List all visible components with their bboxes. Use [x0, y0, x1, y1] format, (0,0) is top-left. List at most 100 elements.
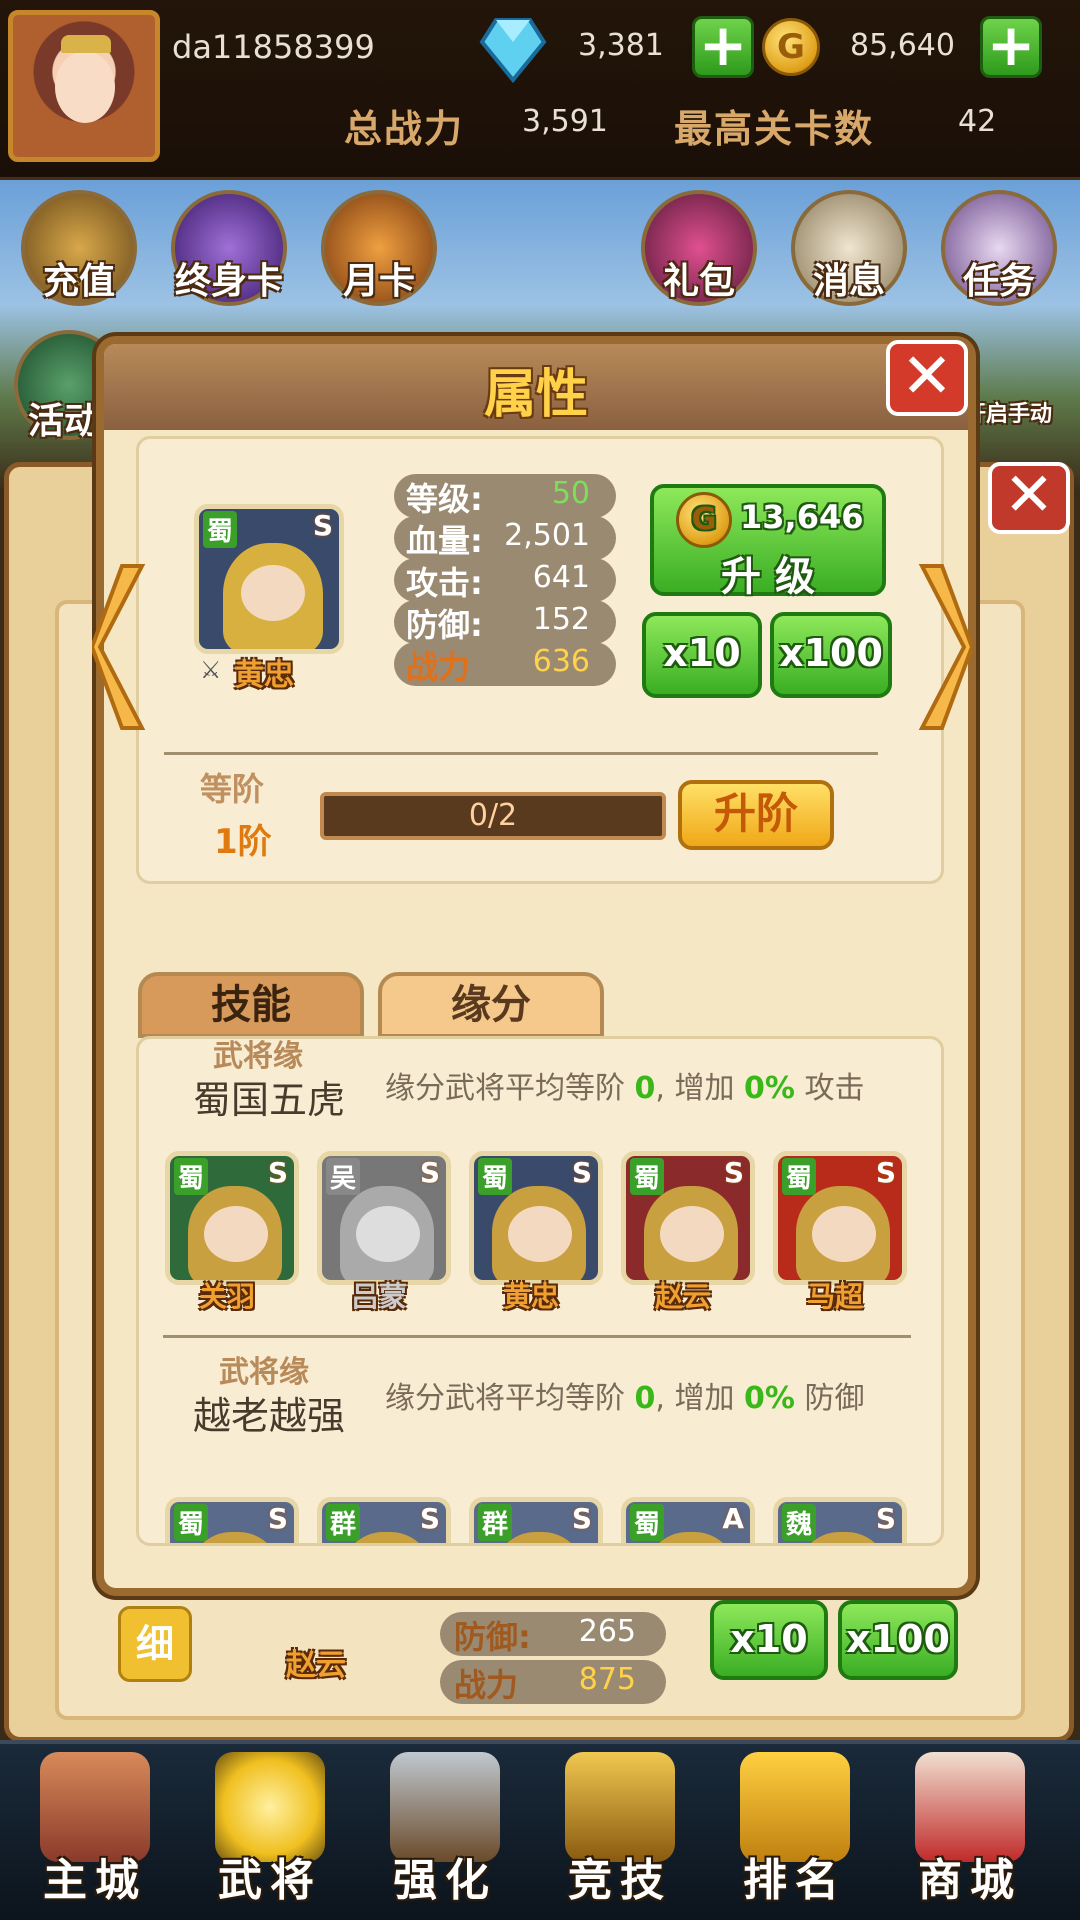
bottom-navigation: 主城 武将 强化 竞技 排名 商城 [0, 1740, 1080, 1920]
kingdom-badge: 蜀 [630, 1158, 665, 1195]
stat-value: 152 [532, 602, 590, 637]
close-icon[interactable]: ✕ [886, 340, 968, 416]
stat-value: 50 [551, 476, 590, 511]
gold-coin-icon: G [762, 18, 820, 76]
stat-pill: 等级: 50 [394, 474, 616, 518]
bond-hero-card[interactable]: 蜀S [773, 1151, 907, 1285]
bond-name: 越老越强 [193, 1394, 346, 1438]
kingdom-badge: 蜀 [174, 1158, 209, 1195]
level-up-cost: 13,646 [740, 498, 864, 536]
add-gold-button[interactable]: + [980, 16, 1042, 78]
menu-lifetime-card[interactable]: 终身卡 [164, 190, 294, 306]
grade-badge: S [267, 1502, 288, 1535]
stat-pill: 攻击: 641 [394, 558, 616, 602]
rank-value: 1阶 [214, 822, 272, 862]
add-gems-button[interactable]: + [692, 16, 754, 78]
player-avatar[interactable] [8, 10, 160, 162]
stat-label: 血量: [406, 522, 483, 560]
bond-hero-card[interactable]: 魏S [773, 1497, 907, 1543]
bond-hero-card[interactable]: 蜀S [469, 1151, 603, 1285]
grade-badge: S [571, 1502, 592, 1535]
stat-label: 防御: [406, 606, 483, 644]
grade-badge: S [419, 1502, 440, 1535]
max-stage-value: 42 [958, 104, 997, 139]
nav-ranking[interactable]: 排名 [710, 1744, 880, 1914]
bond-description: 缘分武将平均等阶 0, 增加 0% 防御 [385, 1381, 865, 1416]
bg-x100-button[interactable]: x100 [838, 1600, 958, 1680]
hero-portrait: 蜀 S [194, 504, 344, 654]
tab-bonds[interactable]: 缘分 [378, 972, 604, 1038]
grade-badge: S [875, 1502, 896, 1535]
bond-hero-row: 蜀 S 关羽吴 S 吕蒙蜀 S 黄忠蜀 S 赵云蜀 S 马超 [165, 1151, 925, 1313]
hero-list-close-button[interactable]: ✕ [988, 462, 1070, 534]
bond-hero-card[interactable]: 蜀S [165, 1497, 299, 1543]
total-power-label: 总战力 [344, 107, 465, 151]
bond-hero-card[interactable]: 蜀S [165, 1151, 299, 1285]
next-hero-arrow-icon[interactable] [916, 562, 972, 732]
level-up-x100-button[interactable]: x100 [770, 612, 892, 698]
player-username: da11858399 [172, 28, 375, 66]
nav-shop[interactable]: 商城 [885, 1744, 1055, 1914]
total-power-value: 3,591 [522, 104, 608, 139]
kingdom-badge: 蜀 [174, 1504, 209, 1541]
gem-icon [479, 18, 547, 84]
divider [163, 1335, 911, 1338]
bg-defense-pill: 防御: 265 [440, 1612, 666, 1656]
kingdom-badge: 魏 [782, 1504, 817, 1541]
rank-progress-text: 0/2 [468, 798, 518, 833]
previous-hero-arrow-icon[interactable] [92, 562, 148, 732]
kingdom-badge: 蜀 [782, 1158, 817, 1195]
nav-heroes[interactable]: 武将 [185, 1744, 355, 1914]
bond-hero-name: 马超 [807, 1280, 864, 1313]
bond-hero-card[interactable]: 群S [469, 1497, 603, 1543]
bond-hero-name: 黄忠 [503, 1280, 560, 1313]
menu-messages[interactable]: 消息 [784, 190, 914, 306]
bond-hero-card[interactable]: 蜀A [621, 1497, 755, 1543]
menu-monthly-card[interactable]: 月卡 [314, 190, 444, 306]
bond-hero-row: 蜀S群S群S蜀A魏S [165, 1497, 925, 1543]
bond-hero-name: 吕蒙 [351, 1280, 408, 1313]
bow-icon: ⚔ [200, 656, 222, 684]
bond-hero-card[interactable]: 蜀S [621, 1151, 755, 1285]
detail-button[interactable]: 细 [118, 1606, 192, 1682]
menu-recharge[interactable]: 充值 [14, 190, 144, 306]
stat-value: 641 [532, 560, 590, 595]
modal-title: 属性 [483, 365, 588, 425]
menu-gift[interactable]: 礼包 [634, 190, 764, 306]
gold-coin-icon: G [676, 492, 732, 548]
nav-arena[interactable]: 竞技 [535, 1744, 705, 1914]
bond-hero-name: 赵云 [655, 1280, 712, 1313]
nav-main-city[interactable]: 主城 [10, 1744, 180, 1914]
menu-tasks[interactable]: 任务 [934, 190, 1064, 306]
tab-skills[interactable]: 技能 [138, 972, 364, 1038]
kingdom-badge: 吴 [326, 1158, 361, 1195]
hero-name: 黄忠 [234, 658, 294, 693]
stat-value: 2,501 [504, 518, 590, 553]
kingdom-badge: 群 [478, 1504, 513, 1541]
auto-mode-label[interactable]: 开启手动 [964, 396, 1052, 428]
stat-pill: 血量: 2,501 [394, 516, 616, 560]
grade-badge: S [419, 1156, 440, 1189]
bg-power-pill: 战力 875 [440, 1660, 666, 1704]
attributes-modal: 属性 ✕ 蜀 S ⚔ 黄忠 等级: 50 血量: 2,501 攻击: 641 防御: 152 战… [92, 336, 976, 1596]
rank-progress-bar: 0/2 [320, 792, 666, 840]
bond-list[interactable]: 武将缘 蜀国五虎 缘分武将平均等阶 0, 增加 0% 攻击 蜀 S 关羽吴 S 吕蒙蜀 S… [136, 1036, 944, 1546]
kingdom-badge: 群 [326, 1504, 361, 1541]
top-status-bar: da11858399 3,381 + G 85,640 + 总战力 3,591 … [0, 0, 1080, 180]
gold-count: 85,640 [850, 28, 955, 63]
bond-name: 蜀国五虎 [193, 1078, 346, 1122]
level-up-label: 升 级 [721, 554, 815, 600]
bg-x10-button[interactable]: x10 [710, 1600, 828, 1680]
grade-badge: S [267, 1156, 288, 1189]
level-up-x10-button[interactable]: x10 [642, 612, 762, 698]
stat-label: 等级: [406, 480, 483, 518]
bond-hero-card[interactable]: 吴S [317, 1151, 451, 1285]
top-menu-row: 充值 终身卡 月卡 礼包 消息 任务 [14, 190, 1074, 310]
kingdom-badge: 蜀 [630, 1504, 665, 1541]
bond-hero-card[interactable]: 群S [317, 1497, 451, 1543]
rank-label: 等阶 [200, 770, 265, 808]
rank-up-button[interactable]: 升阶 [678, 780, 834, 850]
level-up-button[interactable]: G 13,646 升 级 [650, 484, 886, 600]
nav-enhance[interactable]: 强化 [360, 1744, 530, 1914]
kingdom-badge: 蜀 [478, 1158, 513, 1195]
